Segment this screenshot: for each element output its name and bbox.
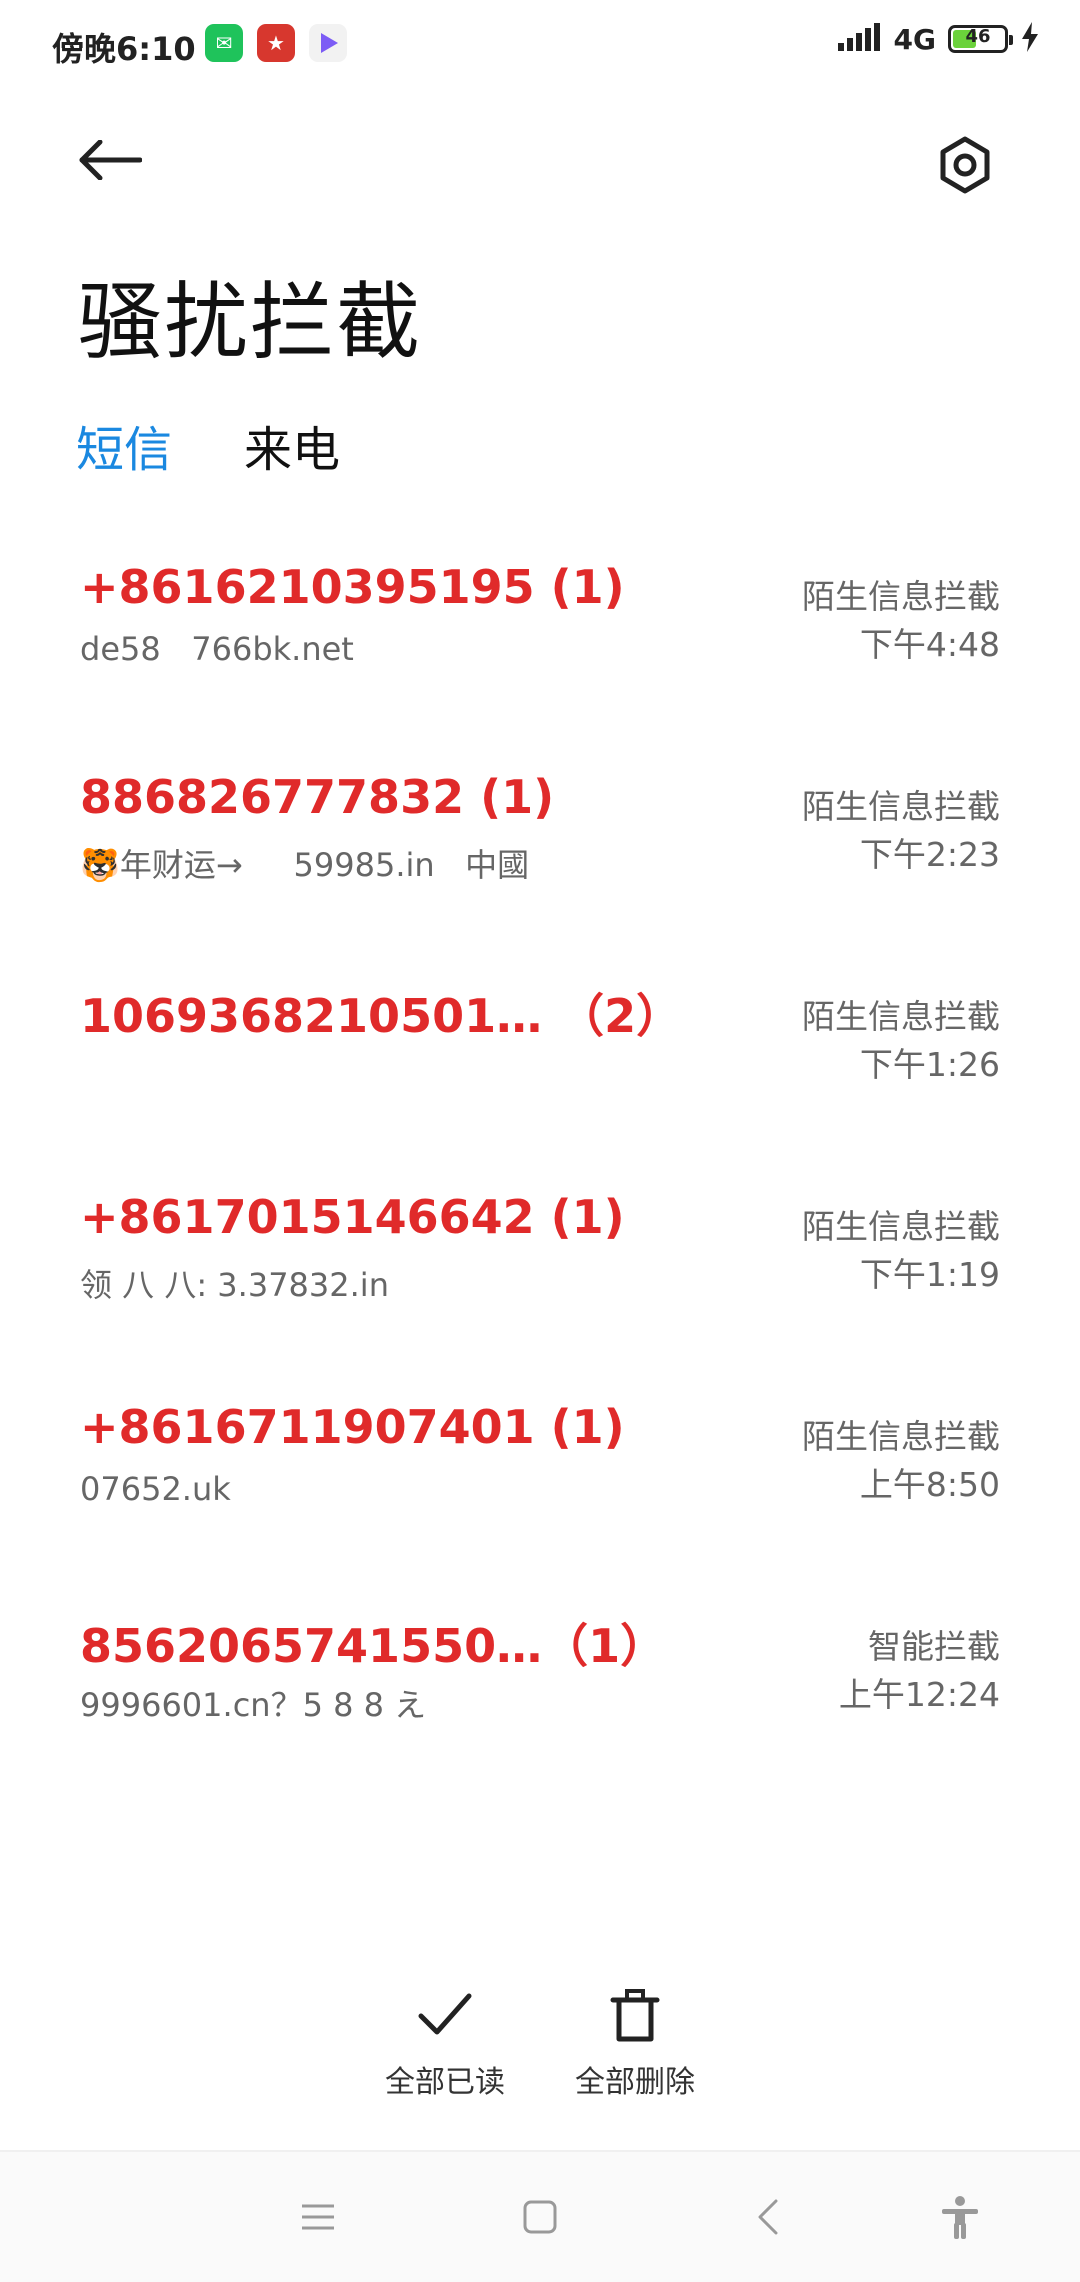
- trash-icon: [610, 1989, 660, 2042]
- message-time: 上午8:50: [859, 1465, 1000, 1504]
- battery-icon: 46: [948, 25, 1013, 53]
- message-preview: 9996601.cn？5 8 8 え: [80, 1686, 427, 1724]
- delete-all-button[interactable]: 全部删除: [555, 1985, 715, 2101]
- message-time: 下午1:26: [859, 1045, 1000, 1084]
- gear-icon: [940, 136, 990, 194]
- message-preview: 07652.uk: [80, 1470, 231, 1508]
- accessibility-icon: [942, 2196, 978, 2239]
- tab-bar: 短信 来电: [76, 410, 340, 480]
- message-time: 下午2:23: [859, 835, 1000, 874]
- status-app-icons: ✉ ★: [205, 24, 347, 62]
- signal-icon: [837, 23, 882, 55]
- sender-number: +8616711907401 (1): [80, 1400, 625, 1454]
- checkmark-icon: [418, 1993, 472, 2035]
- status-time: 傍晚6:10: [52, 30, 196, 68]
- list-item[interactable]: +8617015146642 (1) 领 八 八: 3.37832.in 陌生信…: [0, 1180, 1080, 1390]
- nav-back-button[interactable]: [733, 2182, 803, 2252]
- message-time: 下午4:48: [859, 625, 1000, 664]
- accessibility-button[interactable]: [925, 2182, 995, 2252]
- network-type: 4G: [893, 22, 936, 56]
- message-preview: 🐯年财运→ 59985.in 中國: [80, 846, 530, 884]
- home-square-icon: [523, 2200, 557, 2234]
- charging-icon: [1020, 22, 1040, 56]
- tab-sms[interactable]: 短信: [76, 410, 172, 480]
- list-item[interactable]: 8562065741550…（1） 9996601.cn？5 8 8 え 智能拦…: [0, 1600, 1080, 1810]
- list-item[interactable]: 1069368210501… （2） 陌生信息拦截 下午1:26: [0, 970, 1080, 1180]
- mark-all-read-label: 全部已读: [385, 2065, 505, 2100]
- page-title: 骚扰拦截: [78, 273, 423, 371]
- sender-number: 8562065741550…（1）: [80, 1619, 667, 1673]
- battery-level: 46: [965, 26, 991, 47]
- sender-number: 1069368210501… （2）: [80, 989, 683, 1043]
- message-preview: 领 八 八: 3.37832.in: [80, 1266, 389, 1304]
- tab-calls[interactable]: 来电: [244, 410, 340, 480]
- video-app-icon: [309, 24, 347, 62]
- block-type: 陌生信息拦截: [802, 787, 1000, 826]
- sender-number: +8616210395195 (1): [80, 560, 625, 614]
- bulk-actions: 全部已读 全部删除: [0, 1985, 1080, 2105]
- blocked-message-list: +8616210395195 (1) de58 766bk.net 陌生信息拦截…: [0, 550, 1080, 1810]
- sender-number: 886826777832 (1): [80, 770, 555, 824]
- settings-button[interactable]: [930, 130, 1000, 200]
- nav-menu-button[interactable]: [283, 2182, 353, 2252]
- app-icon-red: ★: [257, 24, 295, 62]
- list-item[interactable]: 886826777832 (1) 🐯年财运→ 59985.in 中國 陌生信息拦…: [0, 760, 1080, 970]
- system-nav-bar: [0, 2150, 1080, 2282]
- back-button[interactable]: [78, 130, 158, 190]
- nav-home-button[interactable]: [505, 2182, 575, 2252]
- message-time: 下午1:19: [859, 1255, 1000, 1294]
- chevron-left-icon: [758, 2199, 778, 2235]
- delete-all-label: 全部删除: [575, 2065, 695, 2100]
- mark-all-read-button[interactable]: 全部已读: [365, 1985, 525, 2101]
- block-type: 陌生信息拦截: [802, 997, 1000, 1036]
- message-time: 上午12:24: [838, 1675, 1000, 1714]
- block-type: 陌生信息拦截: [802, 1207, 1000, 1246]
- list-item[interactable]: +8616210395195 (1) de58 766bk.net 陌生信息拦截…: [0, 550, 1080, 760]
- list-item[interactable]: +8616711907401 (1) 07652.uk 陌生信息拦截 上午8:5…: [0, 1390, 1080, 1600]
- block-type: 陌生信息拦截: [802, 577, 1000, 616]
- sender-number: +8617015146642 (1): [80, 1190, 625, 1244]
- status-bar: 傍晚6:10 ✉ ★ 4G 46: [0, 0, 1080, 90]
- menu-icon: [302, 2204, 334, 2230]
- back-arrow-icon: [79, 140, 142, 180]
- block-type: 智能拦截: [868, 1627, 1000, 1666]
- block-type: 陌生信息拦截: [802, 1417, 1000, 1456]
- wechat-icon: ✉: [205, 24, 243, 62]
- message-preview: de58 766bk.net: [80, 630, 354, 668]
